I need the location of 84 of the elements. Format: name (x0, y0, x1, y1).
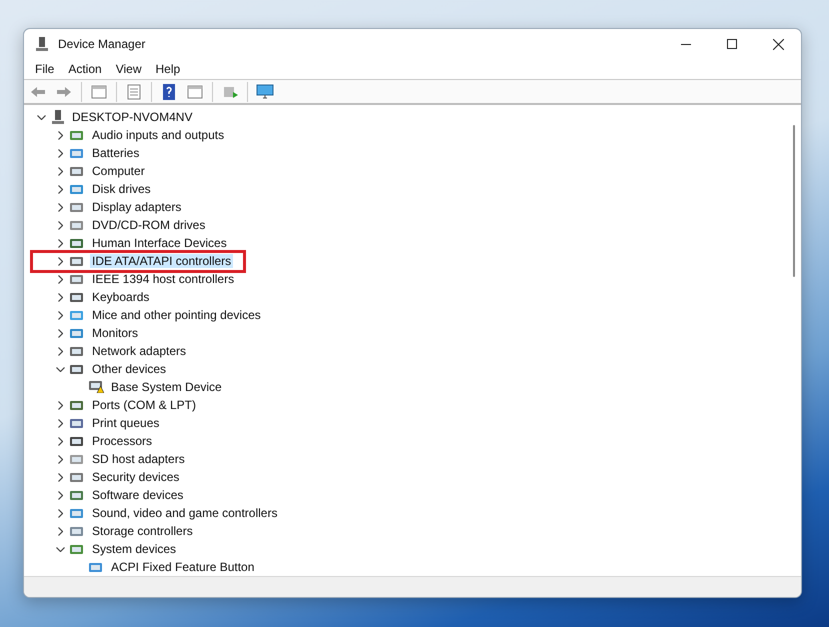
device-icon (70, 130, 83, 140)
chevron-right-icon[interactable] (58, 184, 62, 194)
menu-item[interactable]: File (28, 60, 62, 78)
tree-item[interactable]: Monitors (90, 326, 140, 340)
chevron-right-icon[interactable] (58, 310, 62, 320)
tree-item[interactable]: DVD/CD-ROM drives (90, 218, 208, 232)
maximize-icon (727, 39, 737, 49)
chevron-right-icon[interactable] (58, 346, 62, 356)
tree-item[interactable]: Display adapters (90, 200, 184, 214)
window-title: Device Manager (58, 37, 146, 51)
tree-item[interactable]: Network adapters (90, 344, 188, 358)
device-icon (70, 472, 83, 482)
chevron-right-icon[interactable] (58, 454, 62, 464)
chevron-down-icon[interactable] (56, 546, 64, 552)
tree-item[interactable]: IEEE 1394 host controllers (90, 272, 236, 286)
device-icon (70, 274, 83, 284)
device-icon (89, 562, 102, 572)
scrollbar-thumb[interactable] (793, 125, 795, 278)
chevron-down-icon[interactable] (56, 366, 64, 372)
tree-item[interactable]: Processors (90, 434, 154, 448)
chevron-right-icon[interactable] (58, 220, 62, 230)
tree-item[interactable]: ACPI Fixed Feature Button (109, 560, 256, 574)
tree-item[interactable]: Keyboards (90, 290, 152, 304)
chevron-right-icon[interactable] (58, 256, 62, 266)
chevron-right-icon[interactable] (58, 166, 62, 176)
device-icon (70, 454, 83, 464)
chevron-right-icon[interactable] (58, 418, 62, 428)
chevron-right-icon[interactable] (58, 238, 62, 248)
tree-item[interactable]: Software devices (90, 488, 186, 502)
device-icon (70, 238, 83, 248)
tree-item[interactable]: Batteries (90, 146, 142, 160)
chevron-right-icon[interactable] (58, 130, 62, 140)
tree-item[interactable]: SD host adapters (90, 452, 187, 466)
chevron-down-icon[interactable] (36, 114, 46, 120)
device-icon (70, 166, 83, 176)
device-icon (70, 526, 83, 536)
chevron-right-icon[interactable] (58, 202, 62, 212)
device-icon (70, 346, 83, 356)
device-icon (70, 364, 83, 374)
tree-item[interactable]: Mice and other pointing devices (90, 308, 263, 322)
tree-item[interactable]: Storage controllers (90, 524, 195, 538)
chevron-right-icon[interactable] (58, 400, 62, 410)
chevron-right-icon[interactable] (58, 328, 62, 338)
menu-item[interactable]: View (108, 60, 148, 78)
device-icon (70, 400, 83, 410)
device-icon (70, 544, 83, 554)
device-icon (70, 310, 83, 320)
tree-item[interactable]: Ports (COM & LPT) (90, 398, 198, 412)
tree-item[interactable]: Disk drives (90, 182, 153, 196)
computer-tower-icon (50, 109, 66, 126)
chevron-right-icon[interactable] (58, 526, 62, 536)
tree-item[interactable]: System devices (90, 542, 178, 556)
chevron-right-icon[interactable] (58, 292, 62, 302)
menu-item[interactable]: Help (148, 60, 188, 78)
tree-item[interactable]: DESKTOP-NVOM4NV (70, 110, 194, 124)
device-icon (70, 292, 83, 302)
device-icon (70, 220, 83, 230)
device-icon (70, 328, 83, 338)
device-icon (70, 418, 83, 428)
tree-item[interactable]: Other devices (90, 362, 168, 376)
menu-item[interactable]: Action (61, 60, 109, 78)
tree-item[interactable]: Audio inputs and outputs (90, 128, 226, 142)
device-icon (70, 256, 83, 266)
chevron-right-icon[interactable] (58, 472, 62, 482)
chevron-right-icon[interactable] (58, 274, 62, 284)
chevron-right-icon[interactable] (58, 490, 62, 500)
chevron-right-icon[interactable] (58, 508, 62, 518)
close-icon (772, 38, 784, 50)
tree-item[interactable]: Computer (90, 164, 147, 178)
tree-item[interactable]: Base System Device (109, 380, 224, 394)
tree-item[interactable]: Human Interface Devices (90, 236, 229, 250)
device-icon (70, 508, 83, 518)
computer-tower-icon (34, 36, 50, 52)
device-icon (70, 148, 83, 158)
device-icon (70, 184, 83, 194)
chevron-right-icon[interactable] (58, 148, 62, 158)
device-icon (70, 490, 83, 500)
tree-item[interactable]: Sound, video and game controllers (90, 506, 280, 520)
chevron-right-icon[interactable] (58, 436, 62, 446)
device-icon (70, 436, 83, 446)
tree-item[interactable]: Print queues (90, 416, 162, 430)
tree-item[interactable]: IDE ATA/ATAPI controllers (90, 254, 234, 268)
tree-item[interactable]: Security devices (90, 470, 182, 484)
device-icon (70, 202, 83, 212)
